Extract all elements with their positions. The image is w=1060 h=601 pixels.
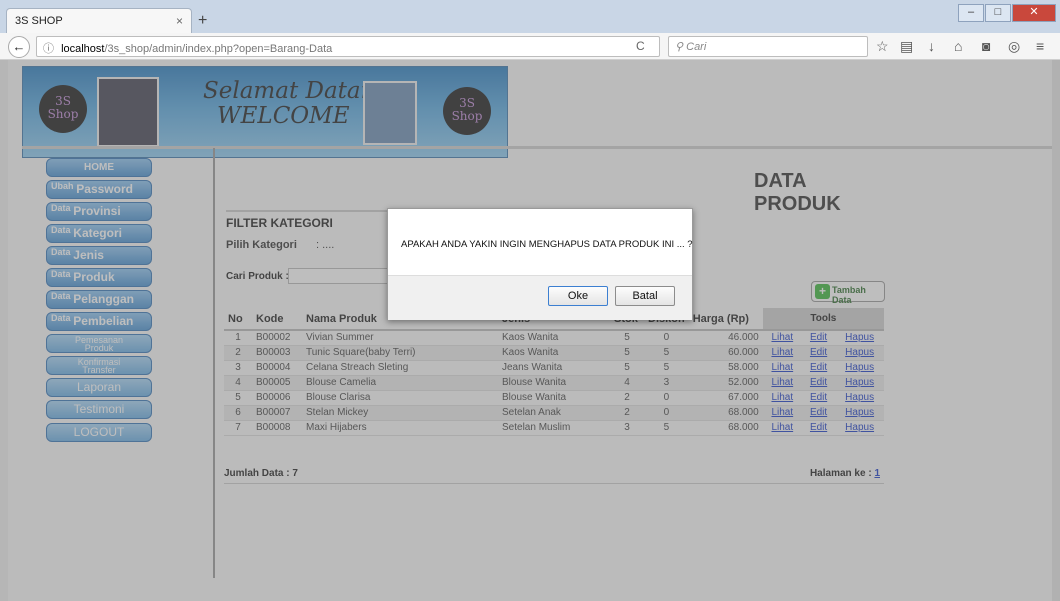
- browser-navbar: ← ⓘ localhost/3s_shop/admin/index.php?op…: [0, 33, 1060, 60]
- search-placeholder: Cari: [686, 41, 707, 53]
- pocket-icon[interactable]: ◙: [982, 38, 990, 54]
- url-host: localhost: [61, 43, 105, 55]
- close-window-button[interactable]: ✕: [1012, 4, 1056, 22]
- confirm-dialog: APAKAH ANDA YAKIN INGIN MENGHAPUS DATA P…: [387, 208, 693, 320]
- home-icon[interactable]: ⌂: [954, 38, 962, 54]
- tab-title: 3S SHOP: [15, 15, 63, 27]
- dialog-message: APAKAH ANDA YAKIN INGIN MENGHAPUS DATA P…: [401, 239, 693, 250]
- reload-icon[interactable]: C: [636, 39, 645, 53]
- ok-button[interactable]: Oke: [548, 286, 608, 306]
- hamburger-menu-icon[interactable]: ≡: [1036, 38, 1044, 54]
- window-titlebar: 3S SHOP × + – □ ✕: [0, 0, 1060, 33]
- info-icon[interactable]: ⓘ: [43, 43, 54, 55]
- cancel-button[interactable]: Batal: [615, 286, 675, 306]
- new-tab-button[interactable]: +: [198, 12, 207, 30]
- reading-list-icon[interactable]: ▤: [900, 38, 913, 55]
- modal-overlay: [0, 60, 1060, 601]
- url-bar[interactable]: ⓘ localhost/3s_shop/admin/index.php?open…: [36, 36, 660, 57]
- addon-icon[interactable]: ◎: [1008, 38, 1020, 55]
- url-path: /3s_shop/admin/index.php?open=Barang-Dat…: [104, 43, 333, 55]
- back-icon[interactable]: ←: [8, 36, 30, 58]
- minimize-button[interactable]: –: [958, 4, 984, 22]
- tab-close-icon[interactable]: ×: [176, 14, 183, 28]
- maximize-button[interactable]: □: [985, 4, 1011, 22]
- search-input[interactable]: ⚲ Cari: [668, 36, 868, 57]
- bookmark-star-icon[interactable]: ☆: [876, 38, 889, 55]
- dialog-footer: Oke Batal: [388, 275, 692, 320]
- window-controls: – □ ✕: [958, 4, 1056, 22]
- downloads-icon[interactable]: ↓: [928, 38, 935, 54]
- search-icon: ⚲: [675, 41, 684, 53]
- browser-tab[interactable]: 3S SHOP ×: [6, 8, 192, 33]
